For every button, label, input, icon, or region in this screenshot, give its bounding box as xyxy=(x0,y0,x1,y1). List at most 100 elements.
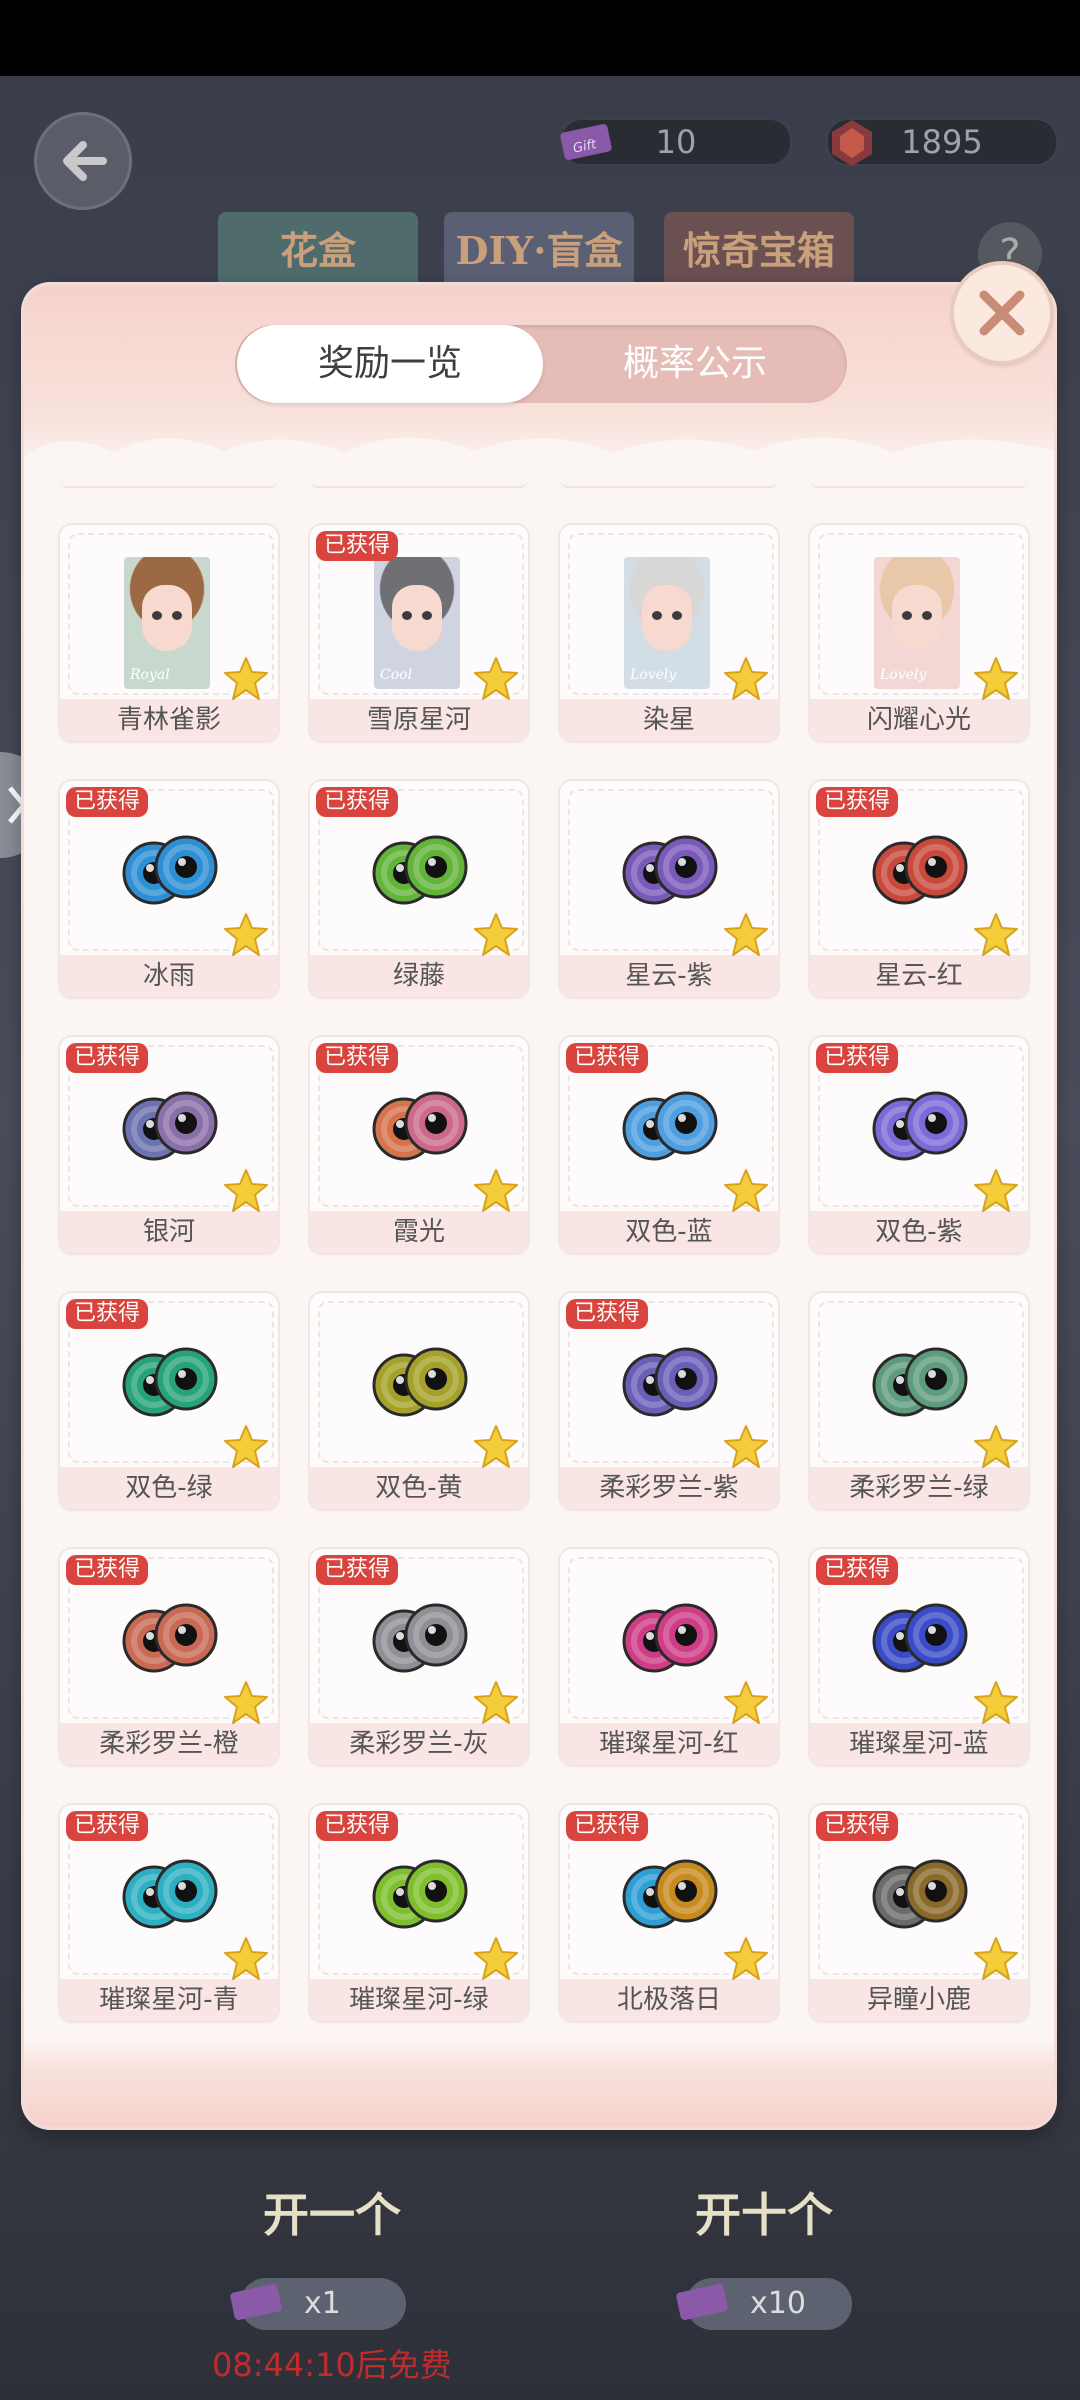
gem-counter: 1895 xyxy=(826,118,1058,166)
rarity-star-icon xyxy=(474,913,518,956)
rarity-star-icon xyxy=(224,1425,268,1468)
portrait-face xyxy=(392,585,442,651)
obtained-badge: 已获得 xyxy=(66,1043,149,1073)
tab-flower-box[interactable]: 花盒 xyxy=(218,212,418,290)
contact-lens-icon xyxy=(622,1859,718,1929)
reward-card[interactable]: 已获得 璀璨星河-青 xyxy=(60,1805,278,2021)
rarity-star-icon xyxy=(474,1169,518,1212)
portrait-caption: Cool xyxy=(380,667,413,683)
contact-lens-icon xyxy=(622,835,718,905)
rarity-star-icon xyxy=(974,913,1018,956)
reward-card[interactable]: 柔彩罗兰-绿 xyxy=(810,1293,1028,1509)
rarity-star-icon xyxy=(974,1937,1018,1980)
rarity-star-icon xyxy=(224,1937,268,1980)
rarity-star-icon xyxy=(974,1681,1018,1724)
contact-lens-icon xyxy=(372,1091,468,1161)
reward-card[interactable]: 已获得 北极落日 xyxy=(560,1805,778,2021)
reward-name: 双色-蓝 xyxy=(560,1211,778,1253)
rarity-star-icon xyxy=(724,1169,768,1212)
portrait-face xyxy=(642,585,692,651)
tab-diy-blind-box[interactable]: DIY·盲盒 xyxy=(444,212,634,290)
reward-name: 双色-绿 xyxy=(60,1467,278,1509)
reward-card[interactable]: 已获得璀璨星河-蓝 xyxy=(810,1549,1028,1765)
contact-lens-icon xyxy=(872,835,968,905)
obtained-badge: 已获得 xyxy=(316,1555,399,1585)
portrait-eye xyxy=(902,611,912,620)
character-portrait: Lovely xyxy=(624,557,710,689)
back-button[interactable] xyxy=(34,112,132,210)
obtained-badge: 已获得 xyxy=(66,787,149,817)
open-ten-button[interactable]: 开十个 xyxy=(644,2160,884,2270)
obtained-badge: 已获得 xyxy=(316,1811,399,1841)
reward-card[interactable]: 已获得 Cool 雪原星河 xyxy=(310,525,528,741)
reward-name: 双色-黄 xyxy=(310,1467,528,1509)
contact-lens-icon xyxy=(372,1603,468,1673)
obtained-badge: 已获得 xyxy=(816,1043,899,1073)
free-timer: 08:44:10后免费 xyxy=(212,2346,452,2384)
rarity-star-icon xyxy=(224,1169,268,1212)
contact-lens-icon xyxy=(372,835,468,905)
reward-card[interactable]: 已获得 双色-蓝 xyxy=(560,1037,778,1253)
reward-card[interactable]: 双色-黄 xyxy=(310,1293,528,1509)
status-bar xyxy=(0,0,1080,76)
reward-list-modal: 奖励一览 概率公示 Royal 青林雀影 已获得 Cool 雪原星河 Lovely 染星 Lo… xyxy=(24,285,1054,2127)
obtained-badge: 已获得 xyxy=(316,1043,399,1073)
ticket-counter: Gift 10 xyxy=(560,118,792,166)
contact-lens-icon xyxy=(122,835,218,905)
reward-card[interactable]: 已获得 柔彩罗兰-灰 xyxy=(310,1549,528,1765)
tab-probability[interactable]: 概率公示 xyxy=(543,325,847,403)
reward-card[interactable]: 星云-紫 xyxy=(560,781,778,997)
reward-name: 霞光 xyxy=(310,1211,528,1253)
reward-name: 柔彩罗兰-橙 xyxy=(60,1723,278,1765)
portrait-eye xyxy=(402,611,412,620)
rarity-star-icon xyxy=(974,1169,1018,1212)
contact-lens-icon xyxy=(872,1859,968,1929)
reward-card[interactable]: Royal 青林雀影 xyxy=(60,525,278,741)
arrow-left-icon xyxy=(63,141,107,181)
reward-card[interactable]: 已获得霞光 xyxy=(310,1037,528,1253)
reward-name: 青林雀影 xyxy=(60,699,278,741)
tab-surprise-chest[interactable]: 惊奇宝箱 xyxy=(664,212,854,290)
rarity-star-icon xyxy=(224,657,268,700)
portrait-caption: Lovely xyxy=(630,667,677,683)
cost-ten: x10 xyxy=(676,2278,852,2330)
reward-card[interactable]: 已获得 柔彩罗兰-紫 xyxy=(560,1293,778,1509)
close-button[interactable] xyxy=(954,265,1050,361)
rarity-star-icon xyxy=(974,1425,1018,1468)
tab-reward-list[interactable]: 奖励一览 xyxy=(237,325,543,403)
portrait-eye xyxy=(422,611,432,620)
obtained-badge: 已获得 xyxy=(816,1555,899,1585)
previous-row-edge xyxy=(60,480,1028,492)
reward-card[interactable]: 已获得 银河 xyxy=(60,1037,278,1253)
obtained-badge: 已获得 xyxy=(816,787,899,817)
contact-lens-icon xyxy=(622,1347,718,1417)
obtained-badge: 已获得 xyxy=(816,1811,899,1841)
reward-card[interactable]: Lovely 闪耀心光 xyxy=(810,525,1028,741)
reward-name: 闪耀心光 xyxy=(810,699,1028,741)
reward-name: 柔彩罗兰-紫 xyxy=(560,1467,778,1509)
reward-card[interactable]: 璀璨星河-红 xyxy=(560,1549,778,1765)
reward-name: 璀璨星河-蓝 xyxy=(810,1723,1028,1765)
reward-card[interactable]: 已获得 绿藤 xyxy=(310,781,528,997)
reward-card[interactable]: 已获得星云-红 xyxy=(810,781,1028,997)
reward-card[interactable]: 已获得异瞳小鹿 xyxy=(810,1805,1028,2021)
portrait-caption: Royal xyxy=(130,667,170,683)
reward-card[interactable]: 已获得 柔彩罗兰-橙 xyxy=(60,1549,278,1765)
reward-name: 异瞳小鹿 xyxy=(810,1979,1028,2021)
reward-card[interactable]: 已获得 双色-绿 xyxy=(60,1293,278,1509)
reward-name: 璀璨星河-绿 xyxy=(310,1979,528,2021)
rarity-star-icon xyxy=(724,657,768,700)
reward-card[interactable]: 已获得 双色-紫 xyxy=(810,1037,1028,1253)
reward-card[interactable]: 已获得 冰雨 xyxy=(60,781,278,997)
portrait-eye xyxy=(672,611,682,620)
rarity-star-icon xyxy=(474,1681,518,1724)
reward-card[interactable]: 已获得璀璨星河-绿 xyxy=(310,1805,528,2021)
obtained-badge: 已获得 xyxy=(566,1811,649,1841)
character-portrait: Royal xyxy=(124,557,210,689)
reward-card[interactable]: Lovely 染星 xyxy=(560,525,778,741)
contact-lens-icon xyxy=(372,1347,468,1417)
portrait-eye xyxy=(172,611,182,620)
contact-lens-icon xyxy=(872,1603,968,1673)
reward-name: 星云-红 xyxy=(810,955,1028,997)
open-one-button[interactable]: 开一个 xyxy=(212,2160,452,2270)
